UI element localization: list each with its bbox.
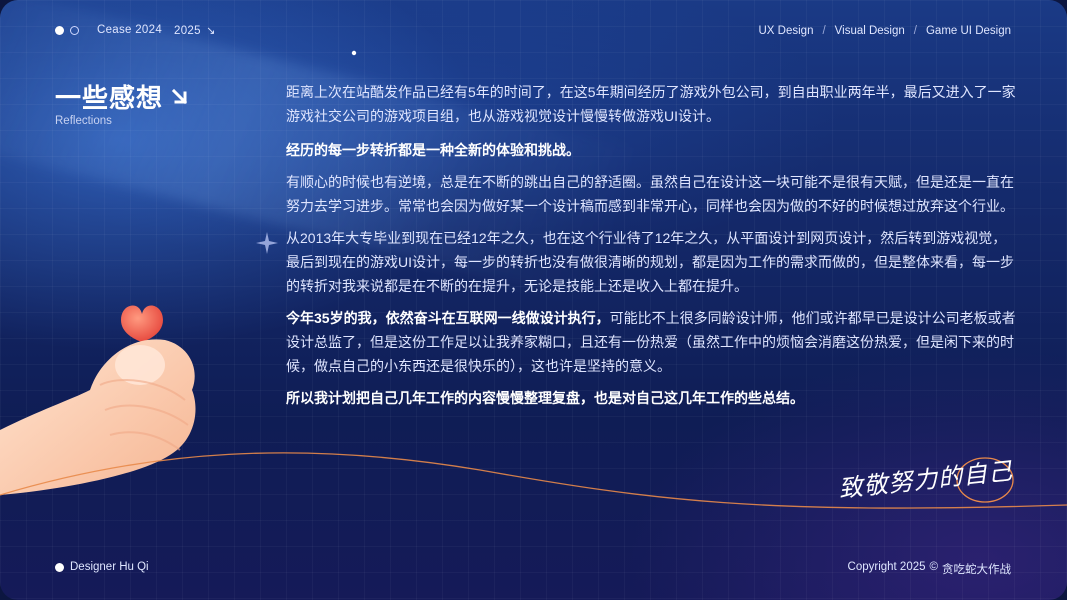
author-name: 贪吃蛇大作战 bbox=[942, 564, 1011, 576]
nav-ux-design[interactable]: UX Design bbox=[759, 25, 814, 37]
paragraph-5-bold: 今年35岁的我，依然奋斗在互联网一线做设计执行， bbox=[286, 310, 610, 326]
paragraph-4: 从2013年大专毕业到现在已经12年之久，也在这个行业待了12年之久，从平面设计… bbox=[286, 230, 1014, 294]
slide-page: Cease 2024 2025 ↘ UX Design / Visual Des… bbox=[0, 0, 1067, 600]
arrow-down-right-icon bbox=[171, 88, 188, 104]
paragraph-2: 经历的每一步转折都是一种全新的体验和挑战。 bbox=[286, 142, 580, 158]
nav-visual-design[interactable]: Visual Design bbox=[835, 25, 905, 37]
paragraph-1: 距离上次在站酷发作品已经有5年的时间了，在这5年期间经历了游戏外包公司，到自由职… bbox=[286, 84, 1016, 124]
nav-separator: / bbox=[913, 25, 917, 37]
star-sparkle-icon bbox=[256, 232, 278, 254]
year-to: 2025 ↘ bbox=[174, 25, 216, 37]
paragraph-3: 有顺心的时候也有逆境，总是在不断的跳出自己的舒适圈。虽然自己在设计这一块可能不是… bbox=[286, 174, 1014, 214]
dot-filled-icon bbox=[55, 562, 64, 572]
section-title-text: 一些感想 bbox=[55, 83, 164, 113]
section-title: 一些感想 bbox=[55, 78, 189, 115]
arrow-down-right-icon: ↘ bbox=[202, 25, 216, 37]
copyright-text: Copyright 2025 bbox=[847, 561, 926, 573]
nav-game-ui-design[interactable]: Game UI Design bbox=[926, 25, 1011, 37]
copyright-icon: © bbox=[929, 561, 938, 573]
copyright: Copyright 2025 © 贪吃蛇大作战 bbox=[848, 561, 1011, 577]
paragraph-5: 今年35岁的我，依然奋斗在互联网一线做设计执行，可能比不上很多同龄设计师，他们或… bbox=[286, 306, 1016, 378]
designer-credit: Designer Hu Qi bbox=[55, 561, 149, 573]
sparkle-icon bbox=[351, 50, 357, 56]
section-subtitle: Reflections bbox=[55, 115, 112, 127]
designer-name: Designer Hu Qi bbox=[70, 561, 149, 573]
year-from: Cease 2024 bbox=[97, 24, 163, 36]
reflection-text: 距离上次在站酷发作品已经有5年的时间了，在这5年期间经历了游戏外包公司，到自由职… bbox=[286, 80, 1016, 418]
dot-ring-icon bbox=[70, 26, 79, 35]
category-nav: UX Design / Visual Design / Game UI Desi… bbox=[759, 25, 1012, 37]
dot-filled-icon bbox=[55, 26, 64, 35]
paragraph-6: 所以我计划把自己几年工作的内容慢慢整理复盘，也是对自己这几年工作的些总结。 bbox=[286, 390, 804, 406]
nav-separator: / bbox=[822, 25, 826, 37]
year-range: Cease 2024 2025 ↘ bbox=[55, 24, 216, 37]
